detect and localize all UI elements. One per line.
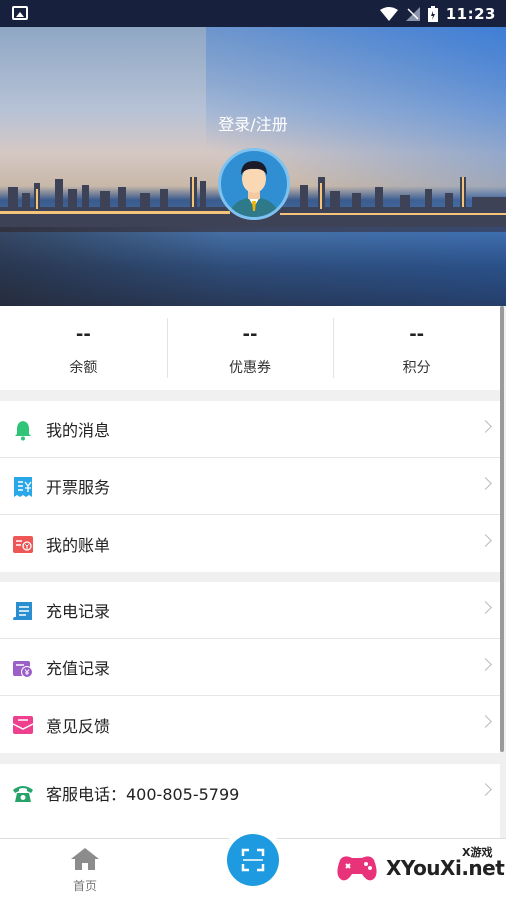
- user-avatar-icon: [229, 161, 279, 217]
- account-stats: -- 余额 -- 优惠券 -- 积分: [0, 306, 500, 390]
- stat-balance[interactable]: -- 余额: [0, 306, 167, 390]
- menu-item-bills[interactable]: 我的账单: [0, 515, 500, 572]
- scan-button[interactable]: [221, 828, 285, 892]
- scrollbar[interactable]: [500, 306, 504, 752]
- chevron-right-icon: [479, 783, 492, 796]
- stat-label: 积分: [402, 360, 431, 376]
- menu-group-records: 充电记录 充值记录 意见反馈: [0, 582, 500, 753]
- stat-points[interactable]: -- 积分: [333, 306, 500, 390]
- menu-item-recharge-records[interactable]: 充值记录: [0, 639, 500, 696]
- menu-item-charge-records[interactable]: 充电记录: [0, 582, 500, 639]
- wifi-icon: [379, 6, 398, 21]
- menu-group-account: 我的消息 开票服务 我的账单: [0, 401, 500, 572]
- phone-icon: [13, 786, 33, 802]
- menu-item-label: 意见反馈: [46, 716, 111, 736]
- bill-icon: [13, 536, 33, 553]
- menu-item-label: 充值记录: [46, 659, 111, 678]
- stat-value: --: [409, 324, 425, 345]
- battery-icon: [427, 5, 438, 22]
- menu-item-label: 我的消息: [46, 421, 111, 440]
- avatar[interactable]: [218, 148, 290, 220]
- menu-item-feedback[interactable]: 意见反馈: [0, 696, 500, 753]
- menu-item-label: 客服电话：400-805-5799: [46, 785, 240, 804]
- chevron-right-icon: [479, 601, 492, 614]
- profile-header: 登录/注册: [0, 27, 506, 306]
- menu-item-messages[interactable]: 我的消息: [0, 401, 500, 458]
- recharge-record-icon: [13, 661, 33, 678]
- status-bar: 11:23: [0, 0, 506, 27]
- chevron-right-icon: [479, 477, 492, 490]
- chevron-right-icon: [479, 658, 492, 671]
- bell-icon: [15, 421, 31, 441]
- chevron-right-icon: [479, 715, 492, 728]
- image-notification-icon: [12, 6, 28, 20]
- app-screen: 11:23 登录/注册 -- 余额 -- 优惠券 -- 积分 我的消息 开票服务…: [0, 0, 506, 900]
- invoice-icon: [14, 477, 32, 497]
- charge-record-icon: [13, 602, 32, 620]
- stat-value: --: [75, 324, 91, 345]
- menu-item-invoice[interactable]: 开票服务: [0, 458, 500, 515]
- menu-item-label: 开票服务: [46, 478, 111, 497]
- login-register-link[interactable]: 登录/注册: [0, 111, 506, 135]
- stat-label: 优惠券: [229, 360, 271, 376]
- stat-value: --: [242, 324, 258, 345]
- menu-item-label: 我的账单: [46, 535, 111, 555]
- menu-item-customer-service[interactable]: 客服电话：400-805-5799: [0, 764, 500, 822]
- watermark-text: XYouXi.net: [386, 856, 505, 880]
- menu-group-support: 客服电话：400-805-5799: [0, 764, 500, 838]
- stat-label: 余额: [69, 360, 98, 376]
- gamepad-logo-icon: [337, 856, 377, 881]
- home-icon: [71, 848, 99, 870]
- stat-coupons[interactable]: -- 优惠券: [166, 306, 334, 390]
- scan-icon: [241, 848, 265, 872]
- no-signal-icon: [405, 6, 420, 21]
- watermark: X游戏 XYouXi.net: [334, 838, 506, 900]
- chevron-right-icon: [479, 534, 492, 547]
- feedback-icon: [12, 716, 34, 734]
- menu-item-label: 充电记录: [46, 602, 111, 621]
- tab-home[interactable]: 首页: [60, 847, 110, 894]
- tab-home-label: 首页: [72, 879, 97, 893]
- chevron-right-icon: [479, 420, 492, 433]
- status-time: 11:23: [445, 4, 496, 23]
